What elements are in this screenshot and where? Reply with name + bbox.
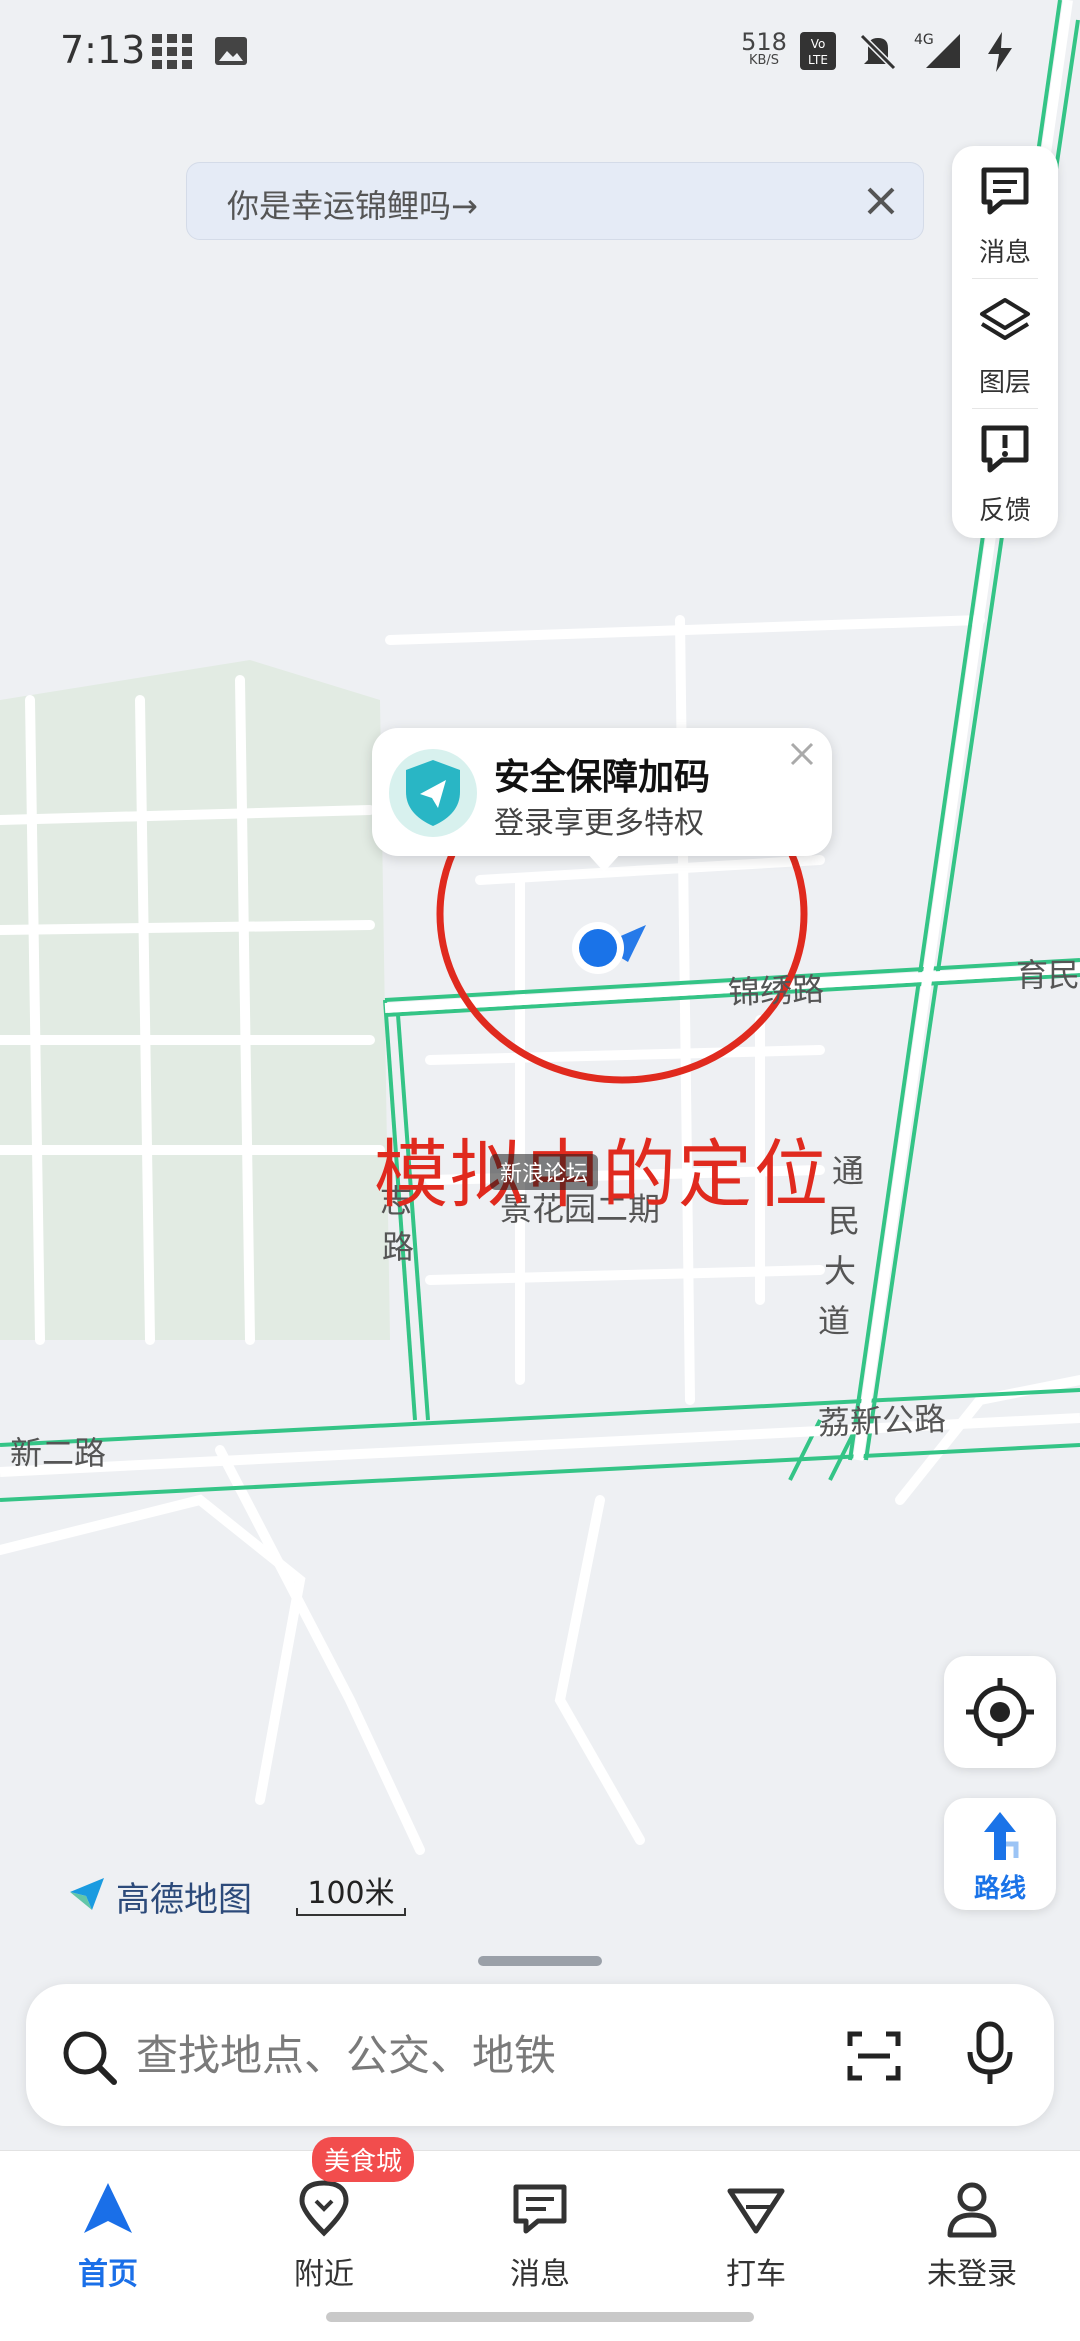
close-icon[interactable] <box>784 736 820 772</box>
search-icon <box>63 2031 117 2085</box>
popup-pointer <box>586 852 622 872</box>
search-bar[interactable] <box>26 1984 1054 2126</box>
route-button[interactable]: 路线 <box>944 1798 1056 1910</box>
annotation-text: 模拟中的定位 <box>374 1132 830 1218</box>
status-time: 7:13 <box>60 28 146 72</box>
home-indicator[interactable] <box>326 2312 754 2322</box>
tab-home[interactable]: 首页 <box>0 2151 216 2301</box>
tab-login-label: 未登录 <box>927 2257 1017 2292</box>
tab-login[interactable]: 未登录 <box>864 2151 1080 2301</box>
message-icon <box>981 167 1029 215</box>
security-popup[interactable]: 安全保障加码 登录享更多特权 <box>372 728 832 856</box>
road-label-tongmin: 道 <box>818 1302 851 1340</box>
grid-icon <box>152 34 192 69</box>
tab-nearby-label: 附近 <box>294 2257 354 2292</box>
watermark: 新浪论坛 <box>490 1154 599 1190</box>
charging-icon <box>988 32 1012 72</box>
microphone-icon[interactable] <box>960 2020 1020 2090</box>
tab-messages[interactable]: 消息 <box>432 2151 648 2301</box>
road-label-tongmin: 通 <box>832 1152 865 1190</box>
navigation-arrow-icon <box>84 2183 132 2233</box>
user-icon <box>947 2182 997 2238</box>
layers-icon <box>980 298 1030 340</box>
scan-icon[interactable] <box>844 2026 904 2086</box>
messages-tool-label: 消息 <box>978 238 1031 268</box>
svg-text:LTE: LTE <box>808 53 828 67</box>
promo-banner[interactable]: 你是幸运锦鲤吗→ <box>186 162 924 240</box>
signal-icon: 4G <box>914 32 960 68</box>
popup-title: 安全保障加码 <box>494 757 711 798</box>
road-label-jinxiu: 锦绣路 <box>727 970 825 1012</box>
road-label-zhi: 路 <box>382 1228 415 1266</box>
nearby-badge: 美食城 <box>312 2137 415 2182</box>
locate-icon <box>966 1678 1034 1746</box>
feedback-tool-button[interactable]: 反馈 <box>952 404 1058 532</box>
layers-tool-button[interactable]: 图层 <box>952 276 1058 404</box>
taxi-icon <box>727 2188 785 2234</box>
route-arrow-icon <box>984 1812 1019 1860</box>
tab-taxi-label: 打车 <box>726 2257 786 2292</box>
shield-icon <box>389 749 477 837</box>
svg-text:4G: 4G <box>914 32 934 48</box>
layers-tool-label: 图层 <box>978 368 1031 398</box>
popup-subtitle: 登录享更多特权 <box>494 806 704 841</box>
road-label-tongmin: 民 <box>828 1202 861 1240</box>
amap-logo-icon <box>70 1878 104 1910</box>
map-tools-panel: 消息 图层 反馈 <box>952 146 1058 538</box>
tab-home-label: 首页 <box>78 2257 138 2292</box>
road-label-yumin: 育民 <box>1016 956 1080 994</box>
volte-icon: Vo LTE <box>800 32 836 70</box>
road-label-xiner: 新二路 <box>10 1434 107 1472</box>
drawer-handle[interactable] <box>478 1956 602 1966</box>
messages-tool-button[interactable]: 消息 <box>952 146 1058 274</box>
feedback-icon <box>981 425 1029 473</box>
close-icon[interactable] <box>857 177 905 225</box>
scale-text: 100米 <box>307 1876 395 1911</box>
route-label: 路线 <box>973 1874 1026 1904</box>
road-label-tongmin: 大 <box>824 1252 857 1290</box>
tab-taxi[interactable]: 打车 <box>648 2151 864 2301</box>
banner-text: 你是幸运锦鲤吗→ <box>227 187 478 225</box>
tab-messages-label: 消息 <box>510 2257 570 2292</box>
mute-icon <box>859 33 897 71</box>
map-brand-logo: 高德地图 <box>66 1872 252 1920</box>
map-brand-text: 高德地图 <box>116 1880 252 1920</box>
status-bar: 7:13 518 KB/S Vo LTE 4G <box>0 0 1080 100</box>
scale-bar <box>296 1908 406 1916</box>
location-pin-icon <box>299 2180 349 2237</box>
net-speed: 518 KB/S <box>741 28 787 68</box>
locate-button[interactable] <box>944 1656 1056 1768</box>
message-icon <box>513 2184 567 2234</box>
road-label-lixin: 荔新公路 <box>817 1399 947 1443</box>
image-icon <box>215 37 247 65</box>
svg-text:Vo: Vo <box>811 37 826 51</box>
feedback-tool-label: 反馈 <box>978 496 1031 526</box>
search-input[interactable] <box>134 2024 758 2086</box>
tab-nearby[interactable]: 美食城 附近 <box>216 2137 432 2301</box>
